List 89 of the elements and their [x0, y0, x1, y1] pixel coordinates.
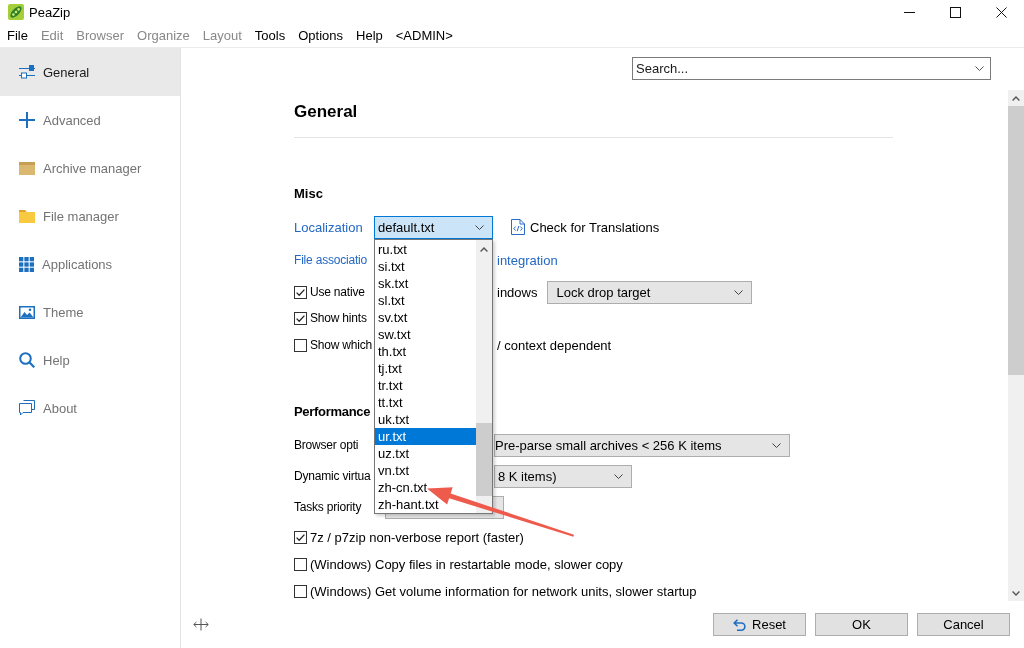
dropdown-option[interactable]: ur.txt [375, 427, 476, 445]
folder-icon [19, 209, 35, 223]
checkbox-label: (Windows) Copy files in restartable mode, slower copy [310, 556, 623, 572]
dropdown-option[interactable]: sk.txt [375, 274, 476, 292]
reset-button[interactable]: Reset [713, 613, 806, 636]
dropdown-option[interactable]: zh-hant.txt [375, 495, 476, 513]
sidebar-item[interactable]: Archive manager [0, 144, 180, 192]
sidebar-item[interactable]: Applications [0, 240, 180, 288]
chevron-down-icon [772, 442, 781, 448]
chevron-down-icon [614, 473, 623, 479]
setting-label: Localization [294, 219, 363, 235]
chevron-down-icon [734, 289, 744, 295]
grid-icon [19, 256, 34, 272]
picture-icon [19, 305, 35, 319]
scroll-up-icon[interactable] [480, 246, 488, 252]
window-title: PeaZip [29, 4, 71, 20]
menu-item[interactable]: File [7, 28, 28, 43]
settings-dropdown[interactable]: Pre-parse small archives < 256 K items [494, 433, 790, 457]
checkbox[interactable] [294, 311, 307, 325]
sidebar-item[interactable]: File manager [0, 192, 180, 240]
sidebar-item[interactable]: General [0, 48, 180, 96]
dropdown-option[interactable]: sw.txt [375, 325, 476, 343]
scroll-up-icon[interactable] [1012, 95, 1020, 101]
section-heading: Misc [294, 185, 323, 203]
close-icon[interactable] [995, 6, 1007, 18]
sliders-icon [19, 65, 35, 79]
localization-dropdown[interactable]: default.txt [374, 215, 493, 239]
menu-item[interactable]: Help [356, 28, 383, 43]
box-icon [19, 161, 35, 175]
maximize-icon[interactable] [949, 6, 961, 18]
dropdown-option[interactable]: si.txt [375, 257, 476, 275]
checkbox-label: Use native [310, 285, 365, 299]
scrollbar-thumb[interactable] [1008, 106, 1024, 375]
dropdown-option[interactable]: uk.txt [375, 410, 476, 428]
page-title: General [294, 101, 358, 123]
sidebar-item[interactable]: Advanced [0, 96, 180, 144]
settings-link[interactable]: File associatio [294, 253, 368, 267]
chat-bubbles-icon [19, 400, 35, 416]
section-heading: Performance [294, 403, 371, 421]
undo-arrow-icon [733, 618, 746, 631]
dropdown-option[interactable]: sl.txt [375, 291, 476, 309]
scrollbar-thumb[interactable] [476, 422, 492, 496]
settings-dropdown[interactable]: Lock drop target [547, 280, 753, 304]
dropdown-option[interactable]: th.txt [375, 342, 476, 360]
dropdown-option[interactable]: ru.txt [375, 240, 476, 258]
menu-item[interactable]: Tools [254, 28, 286, 43]
checkbox[interactable] [294, 557, 307, 571]
code-file-icon [511, 219, 525, 235]
sidebar-item[interactable]: Theme [0, 288, 180, 336]
dropdown-option[interactable]: sv.txt [375, 308, 476, 326]
app-logo-icon [8, 4, 24, 20]
checkbox[interactable] [294, 338, 307, 352]
dropdown-option[interactable]: tr.txt [375, 376, 476, 394]
dropdown-option[interactable]: vn.txt [375, 461, 476, 479]
search-field[interactable]: Search... [632, 57, 991, 80]
resize-handle-icon[interactable] [193, 618, 209, 631]
scroll-down-icon[interactable] [1012, 590, 1020, 596]
checkbox[interactable] [294, 530, 307, 544]
checkbox-label: Show hints [310, 311, 367, 325]
magnifier-icon [19, 352, 35, 368]
cancel-button[interactable]: Cancel [917, 613, 1010, 636]
checkbox-label: Show which [310, 338, 373, 352]
checkbox[interactable] [294, 285, 307, 299]
menu-item[interactable]: <ADMIN> [395, 28, 453, 43]
ok-button[interactable]: OK [815, 613, 908, 636]
checkbox[interactable] [294, 584, 307, 598]
minimize-icon[interactable] [903, 11, 915, 13]
check-translations-link[interactable]: Check for Translations [511, 219, 660, 235]
settings-link[interactable]: integration [494, 252, 558, 268]
setting-label: indows [496, 284, 538, 300]
setting-label: Dynamic virtua [294, 469, 371, 483]
dropdown-option[interactable]: tj.txt [375, 359, 476, 377]
scrollbar[interactable] [1008, 90, 1024, 601]
dropdown-option[interactable]: tt.txt [375, 393, 476, 411]
sidebar-item[interactable]: About [0, 384, 180, 432]
checkbox-label: (Windows) Get volume information for network units, slower startup [310, 583, 697, 599]
plus-icon [19, 112, 35, 128]
scrollbar[interactable] [476, 239, 492, 513]
setting-label: Browser opti [294, 438, 359, 452]
checkbox-label: 7z / p7zip non-verbose report (faster) [310, 529, 524, 545]
menu-item[interactable]: Options [298, 28, 343, 43]
chevron-down-icon[interactable] [975, 66, 984, 71]
setting-label: / context dependent [496, 337, 612, 353]
settings-dropdown[interactable]: 8 K items) [494, 464, 632, 488]
sidebar-item[interactable]: Help [0, 336, 180, 384]
dropdown-option[interactable]: uz.txt [375, 444, 476, 462]
chevron-down-icon [475, 224, 484, 230]
dropdown-option[interactable]: zh-cn.txt [375, 478, 476, 496]
setting-label: Tasks priority [294, 500, 362, 514]
